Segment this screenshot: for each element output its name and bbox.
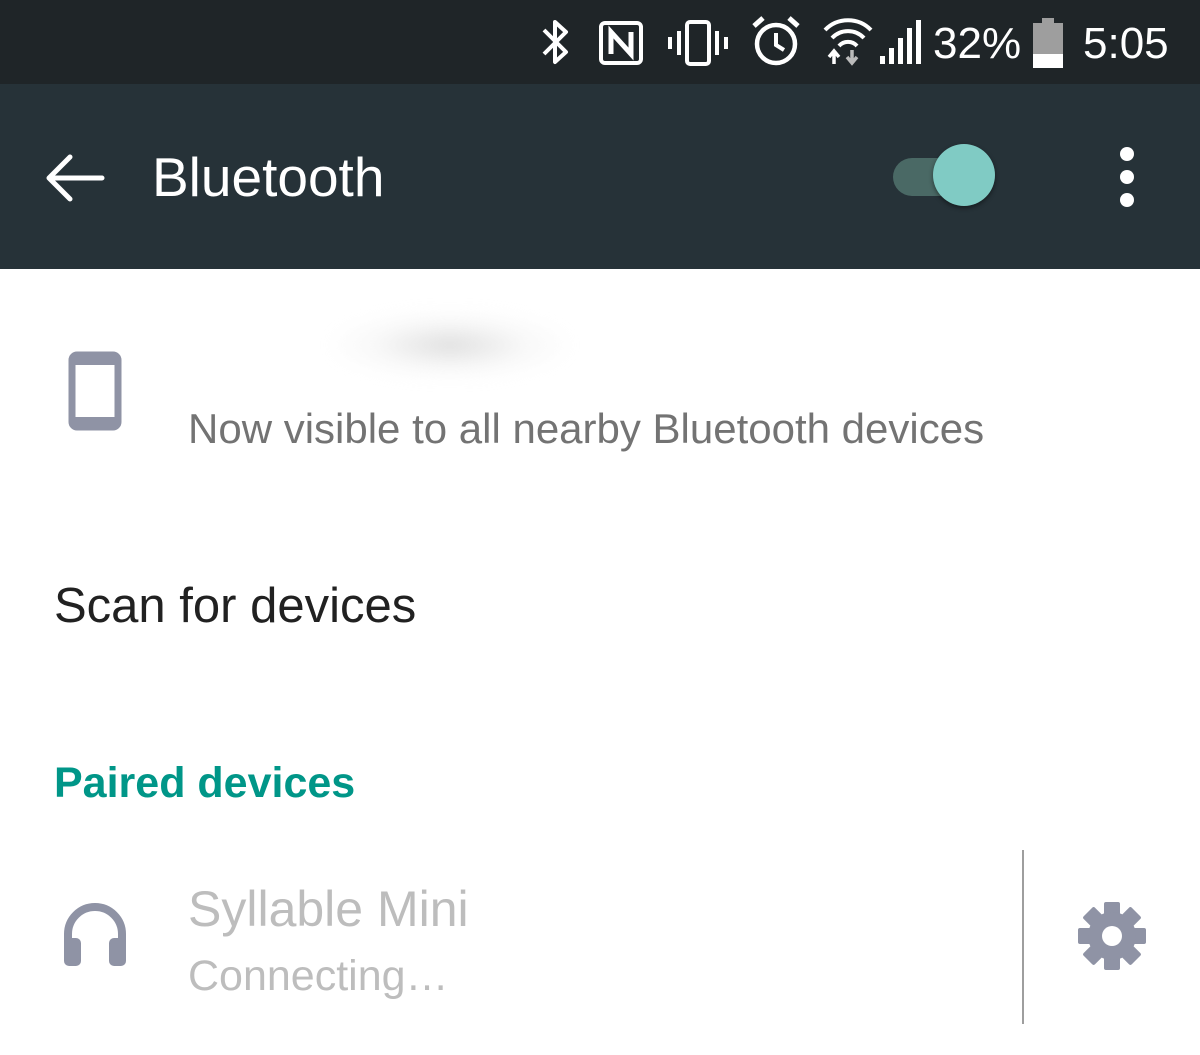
cell-signal-icon	[880, 20, 921, 64]
this-device-row[interactable]: Now visible to all nearby Bluetooth devi…	[0, 269, 1200, 499]
visibility-status: Now visible to all nearby Bluetooth devi…	[188, 405, 985, 452]
vibrate-icon	[668, 20, 728, 66]
alarm-icon	[752, 16, 800, 66]
bluetooth-icon	[542, 20, 568, 64]
wifi-icon	[823, 18, 873, 66]
paired-device-name: Syllable Mini	[188, 881, 469, 937]
scan-for-devices-item[interactable]: Scan for devices	[0, 540, 1200, 670]
device-name-redacted	[330, 309, 570, 381]
paired-device-item[interactable]: Syllable Mini Connecting…	[0, 850, 1020, 1026]
overflow-menu-button[interactable]	[1100, 140, 1154, 214]
clock-time: 5:05	[1083, 19, 1169, 68]
phone-icon	[68, 351, 122, 431]
more-vert-icon	[1120, 147, 1134, 161]
headphones-icon	[64, 903, 126, 966]
toggle-thumb	[933, 144, 995, 206]
toolbar: Bluetooth	[0, 84, 1200, 269]
nfc-icon	[599, 21, 643, 65]
vertical-divider	[1022, 850, 1024, 1024]
back-arrow-icon	[46, 154, 105, 202]
device-settings-button[interactable]	[1064, 888, 1160, 984]
scan-for-devices-label: Scan for devices	[54, 579, 417, 633]
page-title: Bluetooth	[152, 146, 385, 208]
back-button[interactable]	[30, 142, 120, 214]
battery-percent: 32%	[933, 19, 1022, 68]
status-bar: 32% 5:05	[0, 0, 1200, 84]
bluetooth-toggle[interactable]	[893, 144, 1005, 210]
battery-icon	[1033, 18, 1063, 68]
paired-devices-header: Paired devices	[54, 759, 356, 807]
paired-device-status: Connecting…	[188, 952, 449, 1000]
gear-icon	[1078, 902, 1146, 970]
